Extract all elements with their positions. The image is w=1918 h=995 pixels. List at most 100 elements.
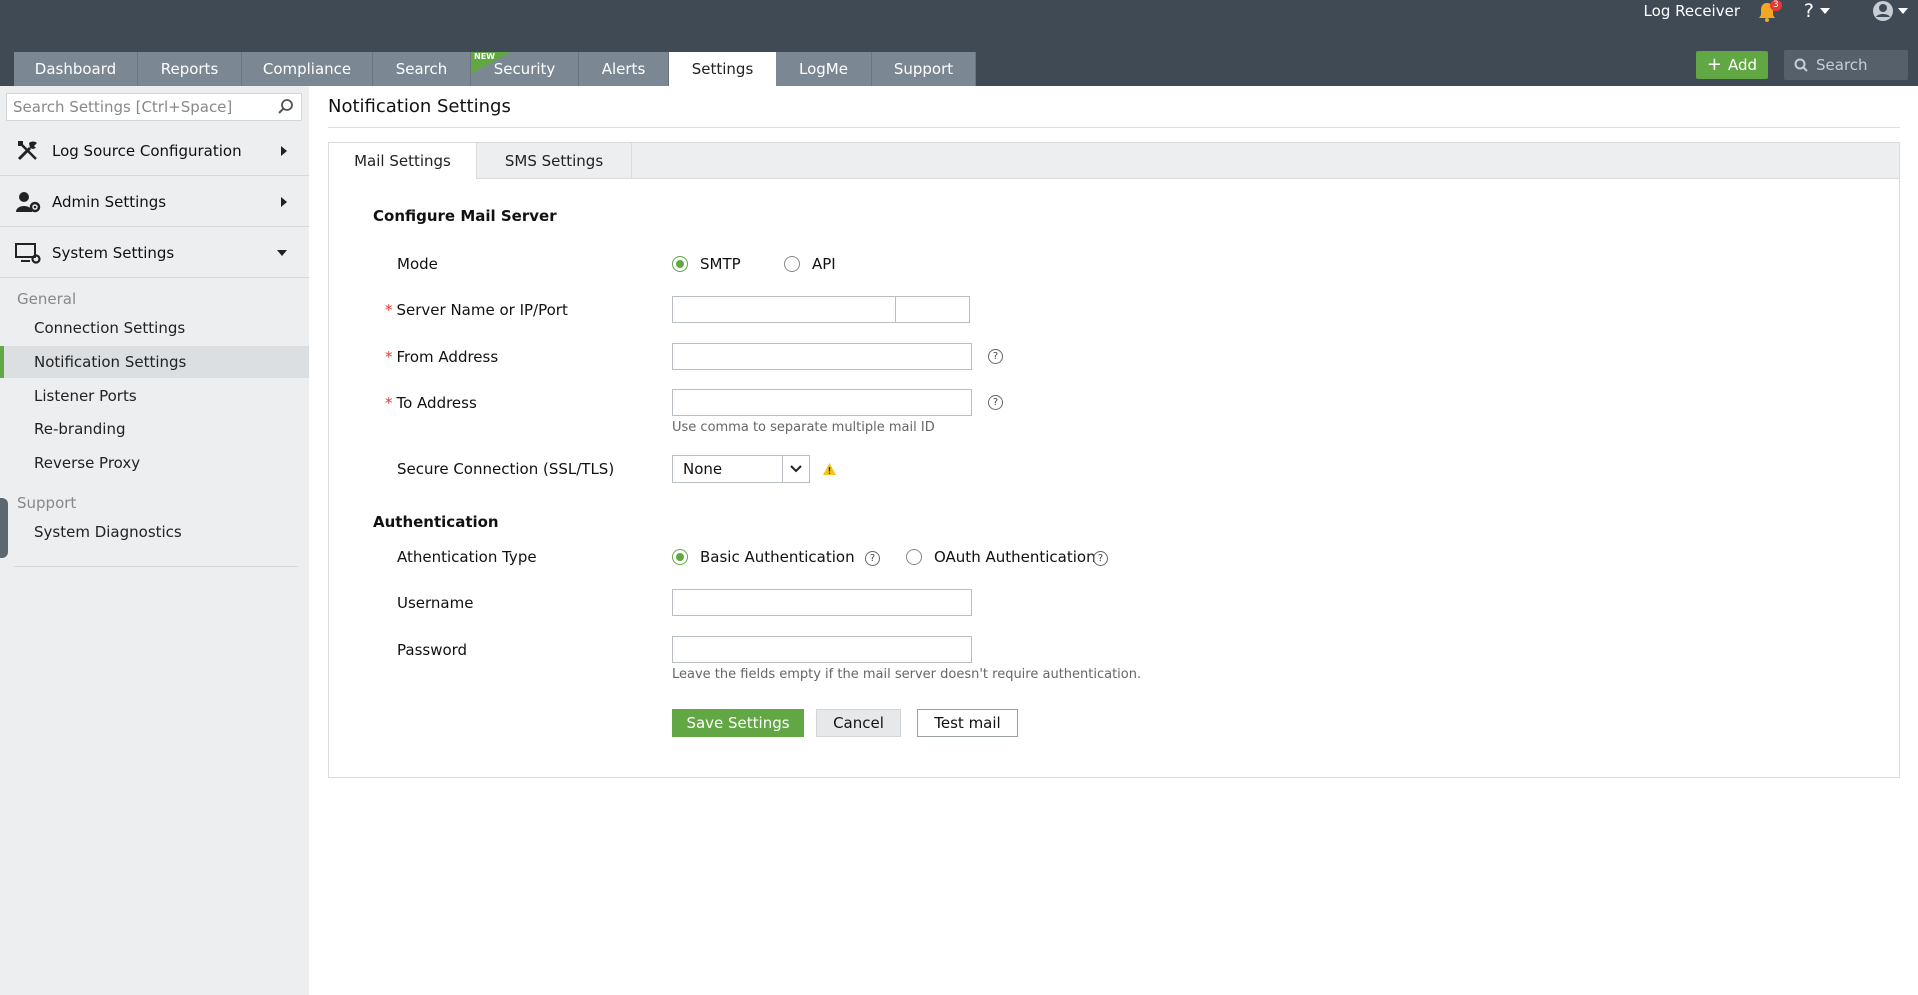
tab-reports[interactable]: Reports — [138, 52, 242, 86]
warning-icon[interactable] — [822, 462, 837, 476]
tools-icon — [14, 137, 42, 165]
from-address-label: * From Address — [385, 348, 498, 366]
password-label: Password — [397, 641, 468, 659]
help-icon[interactable]: ? — [988, 395, 1003, 410]
help-icon: ? — [1803, 0, 1814, 22]
sidebar-collapse-handle[interactable] — [0, 498, 8, 558]
required-mark: * — [385, 348, 393, 366]
tab-alerts[interactable]: Alerts — [579, 52, 669, 86]
sidebar-item-re-branding[interactable]: Re-branding — [0, 413, 309, 445]
sidebar-group-support: Support — [17, 494, 77, 512]
authentication-heading: Authentication — [373, 513, 499, 531]
to-address-input[interactable] — [672, 389, 972, 416]
auth-option-label: Basic Authentication — [700, 548, 855, 566]
tab-logme[interactable]: LogMe — [776, 52, 872, 86]
sidebar-item-notification-settings[interactable]: Notification Settings — [0, 346, 309, 378]
tab-security[interactable]: NEW Security — [471, 52, 579, 86]
from-address-input[interactable] — [672, 343, 972, 370]
notification-count-badge: 3 — [1770, 0, 1782, 11]
username-input[interactable] — [672, 589, 972, 616]
sidebar-section-log-source-configuration[interactable]: Log Source Configuration — [0, 126, 309, 176]
chevron-down-icon — [782, 456, 809, 482]
sidebar-section-label: Log Source Configuration — [52, 141, 242, 160]
app-name[interactable]: Log Receiver — [1644, 2, 1740, 20]
password-input[interactable] — [672, 636, 972, 663]
mode-label: Mode — [397, 255, 438, 273]
global-search-input[interactable]: Search — [1784, 50, 1908, 80]
to-address-hint: Use comma to separate multiple mail ID — [672, 420, 935, 435]
sidebar-item-connection-settings[interactable]: Connection Settings — [0, 312, 309, 344]
sidebar-item-reverse-proxy[interactable]: Reverse Proxy — [0, 447, 309, 479]
add-label: Add — [1728, 56, 1758, 74]
secure-connection-value: None — [683, 460, 723, 478]
settings-search-input[interactable]: Search Settings [Ctrl+Space] — [6, 93, 302, 121]
sidebar-divider — [14, 566, 298, 567]
radio-checked-icon — [672, 256, 688, 272]
to-address-label: * To Address — [385, 394, 477, 412]
sidebar-section-admin-settings[interactable]: Admin Settings — [0, 177, 309, 227]
tab-sms-settings[interactable]: SMS Settings — [477, 143, 632, 179]
tab-compliance[interactable]: Compliance — [242, 52, 373, 86]
authentication-type-label: Athentication Type — [397, 548, 537, 566]
cancel-button[interactable]: Cancel — [816, 709, 901, 737]
chevron-right-icon — [281, 145, 287, 156]
auth-radio-oauth[interactable]: OAuth Authentication — [906, 548, 1096, 566]
search-icon — [1794, 58, 1808, 72]
from-address-label-text: From Address — [396, 348, 499, 366]
monitor-gear-icon — [14, 239, 42, 267]
chevron-down-icon — [277, 249, 287, 256]
tab-dashboard[interactable]: Dashboard — [14, 52, 138, 86]
configure-mail-server-heading: Configure Mail Server — [373, 207, 557, 225]
auth-option-label: OAuth Authentication — [934, 548, 1096, 566]
help-icon[interactable]: ? — [865, 551, 880, 566]
new-badge: NEW — [474, 52, 495, 61]
mode-option-label: SMTP — [700, 255, 741, 273]
user-avatar-icon — [1873, 1, 1893, 21]
user-gear-icon — [14, 188, 42, 216]
sidebar-item-system-diagnostics[interactable]: System Diagnostics — [0, 516, 309, 548]
tab-search[interactable]: Search — [373, 52, 471, 86]
server-name-label-text: Server Name or IP/Port — [396, 301, 568, 319]
settings-sidebar: Search Settings [Ctrl+Space] Log Source … — [0, 86, 309, 995]
page-title: Notification Settings — [328, 96, 511, 117]
sidebar-section-label: Admin Settings — [52, 192, 167, 211]
radio-unchecked-icon — [906, 549, 922, 565]
mode-option-label: API — [812, 255, 836, 273]
title-divider — [328, 127, 1900, 128]
secure-connection-select[interactable]: None — [672, 455, 810, 483]
username-label: Username — [397, 594, 474, 612]
main-nav-tabs: Dashboard Reports Compliance Search NEW … — [14, 52, 976, 86]
server-name-label: * Server Name or IP/Port — [385, 301, 568, 319]
help-icon[interactable]: ? — [988, 349, 1003, 364]
add-button[interactable]: + Add — [1696, 51, 1768, 79]
to-address-label-text: To Address — [396, 394, 477, 412]
settings-search-placeholder: Search Settings [Ctrl+Space] — [13, 98, 233, 116]
secure-connection-label: Secure Connection (SSL/TLS) — [397, 460, 615, 478]
settings-subtabs: Mail Settings SMS Settings — [329, 143, 1899, 179]
search-icon — [278, 99, 293, 114]
user-menu[interactable] — [1872, 0, 1908, 22]
help-icon[interactable]: ? — [1093, 551, 1108, 566]
chevron-down-icon — [1820, 8, 1830, 14]
server-name-input[interactable] — [672, 296, 896, 323]
mode-radio-smtp[interactable]: SMTP — [672, 255, 741, 273]
plus-icon: + — [1706, 54, 1723, 75]
chevron-down-icon — [1898, 8, 1908, 14]
tab-support[interactable]: Support — [872, 52, 976, 86]
save-settings-button[interactable]: Save Settings — [672, 709, 804, 737]
tab-settings[interactable]: Settings — [669, 52, 776, 86]
radio-unchecked-icon — [784, 256, 800, 272]
server-port-input[interactable] — [895, 296, 970, 323]
help-menu[interactable]: ? — [1804, 0, 1830, 22]
test-mail-button[interactable]: Test mail — [917, 709, 1018, 737]
notification-settings-panel: Mail Settings SMS Settings Configure Mai… — [328, 142, 1900, 778]
mode-radio-api[interactable]: API — [784, 255, 836, 273]
sidebar-group-general: General — [17, 290, 77, 308]
chevron-right-icon — [281, 196, 287, 207]
notifications-bell-icon[interactable]: 3 — [1758, 0, 1782, 24]
auth-radio-basic[interactable]: Basic Authentication — [672, 548, 855, 566]
sidebar-item-listener-ports[interactable]: Listener Ports — [0, 380, 309, 412]
sidebar-section-system-settings[interactable]: System Settings — [0, 228, 309, 278]
required-mark: * — [385, 394, 393, 412]
tab-mail-settings[interactable]: Mail Settings — [329, 143, 477, 179]
